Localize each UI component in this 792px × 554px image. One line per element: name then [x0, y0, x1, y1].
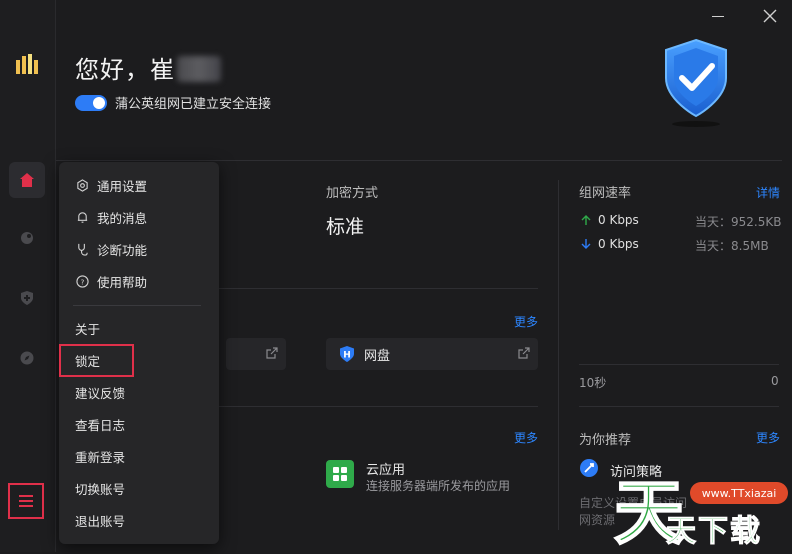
- menu-item-label: 查看日志: [75, 417, 126, 433]
- greeting-text: 您好，崔: [75, 56, 175, 84]
- arrow-up-icon: [581, 215, 591, 225]
- cloud-app-icon[interactable]: [326, 460, 354, 488]
- connection-status: 蒲公英组网已建立安全连接: [75, 93, 271, 112]
- menu-item-label: 重新登录: [75, 449, 126, 465]
- svg-text:?: ?: [80, 277, 84, 286]
- main-menu-dropdown: 通用设置 我的消息 诊断功能 ? 使用帮助 关于 锁定 建议反馈 查看日志 重新…: [59, 162, 219, 544]
- close-icon[interactable]: [762, 8, 778, 24]
- download-value: 0 Kbps: [598, 237, 639, 251]
- menu-item-feedback[interactable]: 建议反馈: [59, 377, 219, 407]
- shield-plus-icon: [21, 291, 33, 305]
- network-icon: [21, 232, 33, 244]
- hamburger-icon: [19, 495, 33, 507]
- menu-item-label: 关于: [75, 321, 101, 337]
- menu-item-label: 切换账号: [75, 481, 126, 497]
- menu-item-about[interactable]: 关于: [59, 313, 219, 343]
- external-link-icon: [266, 347, 278, 359]
- encryption-label: 加密方式: [326, 186, 379, 201]
- card-netdisk-label: 网盘: [364, 348, 391, 364]
- divider-mid2: [216, 406, 538, 407]
- nav-security[interactable]: [9, 280, 45, 316]
- recommend-more-link[interactable]: 更多: [756, 429, 780, 446]
- menu-item-relogin[interactable]: 重新登录: [59, 441, 219, 471]
- menu-item-diagnose[interactable]: 诊断功能: [59, 234, 219, 264]
- divider-vertical: [558, 180, 559, 530]
- menu-item-logout[interactable]: 退出账号: [59, 505, 219, 535]
- upload-today: 当天：952.5KB: [695, 215, 782, 229]
- divider-mid1: [216, 288, 538, 289]
- help-icon: ?: [75, 274, 89, 288]
- speed-title: 组网速率: [579, 186, 632, 201]
- menu-item-label: 我的消息: [97, 210, 148, 226]
- lock-highlight-box: [59, 344, 134, 377]
- menu-item-general-settings[interactable]: 通用设置: [59, 170, 219, 200]
- cloud-app-desc: 连接服务器端所发布的应用: [366, 479, 511, 493]
- menu-item-help[interactable]: ? 使用帮助: [59, 266, 219, 296]
- divider-top: [56, 160, 782, 161]
- recommend-title: 为你推荐: [579, 433, 632, 448]
- nav-discover[interactable]: [9, 340, 45, 376]
- bell-icon: [77, 211, 87, 223]
- upload-value: 0 Kbps: [598, 213, 639, 227]
- menu-item-view-logs[interactable]: 查看日志: [59, 409, 219, 439]
- nav-network[interactable]: [9, 220, 45, 256]
- quick-access-more-link[interactable]: 更多: [514, 313, 538, 330]
- shield-check-icon: [665, 38, 727, 127]
- connection-toggle[interactable]: [75, 94, 107, 111]
- download-row: 0 Kbps: [580, 237, 639, 251]
- menu-separator: [73, 305, 201, 306]
- divider-right: [579, 406, 779, 407]
- greeting: 您好，崔: [75, 50, 221, 85]
- policy-icon: [580, 459, 598, 477]
- menu-item-label: 建议反馈: [75, 385, 126, 401]
- menu-item-messages[interactable]: 我的消息: [59, 202, 219, 232]
- encryption-value: 标准: [326, 216, 365, 238]
- menu-item-label: 通用设置: [97, 178, 148, 194]
- speed-axis: [579, 364, 779, 365]
- compass-icon: [20, 351, 34, 365]
- watermark-text: 天下载: [666, 514, 762, 550]
- cloud-app-name[interactable]: 云应用: [366, 459, 405, 478]
- speed-axis-right: 0: [771, 374, 779, 388]
- home-icon: [20, 173, 34, 187]
- menu-item-label: 退出账号: [75, 513, 126, 529]
- minimize-button[interactable]: [712, 16, 724, 17]
- card-hidden[interactable]: [226, 338, 286, 370]
- blurred-name: [177, 56, 221, 82]
- svg-text:H: H: [343, 351, 351, 361]
- speed-axis-left: 10秒: [579, 376, 607, 390]
- nav-home[interactable]: [9, 162, 45, 198]
- download-today: 当天：8.5MB: [695, 239, 769, 253]
- upload-row: 0 Kbps: [580, 213, 639, 227]
- stethoscope-icon: [77, 243, 88, 256]
- arrow-down-icon: [581, 239, 591, 249]
- watermark-url: www.TTxiazai: [690, 482, 788, 504]
- menu-item-label: 使用帮助: [97, 274, 148, 290]
- external-link-icon: [518, 347, 530, 359]
- sidebar: [0, 0, 56, 552]
- logo-icon: [16, 54, 38, 74]
- speed-details-link[interactable]: 详情: [756, 184, 780, 201]
- policy-desc-2: 网资源: [579, 513, 616, 527]
- gear-icon: [76, 178, 88, 192]
- apps-more-link[interactable]: 更多: [514, 429, 538, 446]
- netdisk-icon: H: [340, 346, 354, 362]
- menu-button[interactable]: [8, 483, 44, 519]
- status-text: 蒲公英组网已建立安全连接: [115, 97, 272, 112]
- menu-item-label: 诊断功能: [97, 242, 148, 258]
- menu-item-switch-account[interactable]: 切换账号: [59, 473, 219, 503]
- card-netdisk[interactable]: H 网盘: [326, 338, 538, 370]
